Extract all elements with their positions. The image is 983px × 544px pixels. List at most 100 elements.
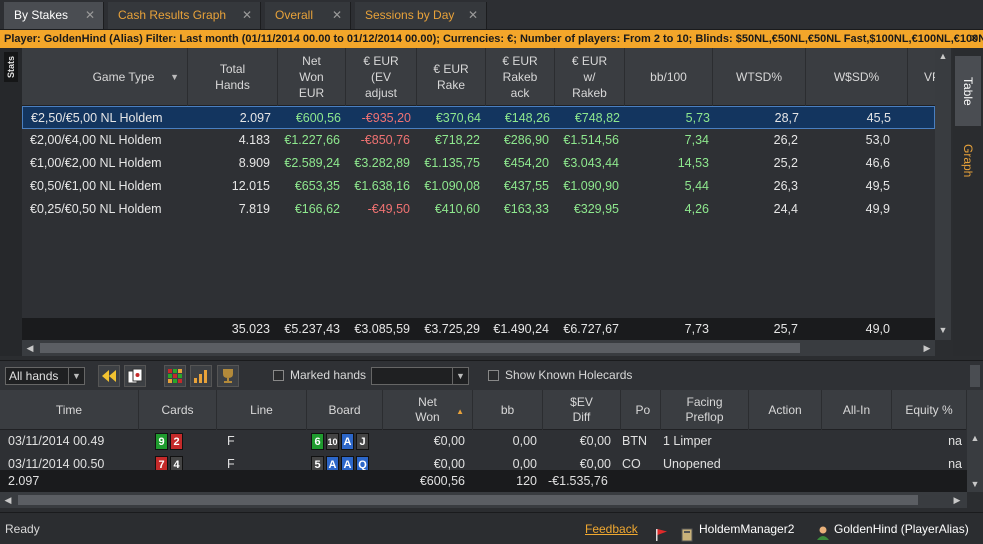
- scroll-thumb[interactable]: [18, 495, 918, 505]
- scroll-right-icon[interactable]: ▶: [949, 492, 965, 508]
- heatmap-button[interactable]: [164, 365, 186, 387]
- tab-cash-results-graph[interactable]: Cash Results Graph ✕: [108, 2, 261, 29]
- cell-ev: -€850,76: [360, 133, 410, 147]
- table-row[interactable]: €2,50/€5,00 NL Holdem 2.097 €600,56 -€93…: [22, 106, 935, 129]
- col-position[interactable]: Po: [621, 390, 661, 430]
- table-row[interactable]: €1,00/€2,00 NL Holdem 8.909 €2.589,24 €3…: [22, 152, 935, 175]
- hands-filter-select[interactable]: All hands ▼: [5, 367, 85, 385]
- cell-line: F: [227, 457, 235, 470]
- cell-bb: 0,00: [512, 434, 537, 448]
- col-time[interactable]: Time: [0, 390, 139, 430]
- col-wsd[interactable]: W$SD%: [806, 48, 908, 106]
- cell-position: CO: [622, 457, 641, 470]
- cell-time: 03/11/2014 00.50: [8, 457, 105, 470]
- scroll-up-icon[interactable]: ▲: [967, 430, 983, 446]
- vertical-scrollbar[interactable]: ▲ ▼: [967, 390, 983, 492]
- cell-wsd: 46,6: [865, 156, 890, 170]
- scroll-thumb[interactable]: [40, 343, 800, 353]
- col-board[interactable]: Board: [307, 390, 383, 430]
- filter-text: Player: GoldenHind (Alias) Filter: Last …: [4, 33, 983, 45]
- side-tab-graph[interactable]: Graph: [955, 136, 981, 186]
- col-cards[interactable]: Cards: [139, 390, 217, 430]
- horizontal-scrollbar[interactable]: ◀ ▶: [0, 492, 967, 508]
- cell-bb100: 7,34: [684, 133, 709, 147]
- cell-rake: €370,64: [435, 111, 481, 125]
- stakes-table-totals: 35.023 €5.237,43 €3.085,59 €3.725,29 €1.…: [22, 318, 935, 340]
- flag-icon[interactable]: [654, 522, 668, 541]
- cell-with-rakeback: €1.090,90: [563, 179, 619, 193]
- cell-wtsd: 28,7: [774, 111, 799, 125]
- card: 2: [170, 433, 183, 451]
- col-net-won[interactable]: Net Won ▲: [383, 390, 473, 430]
- close-icon[interactable]: ✕: [970, 30, 979, 48]
- col-line[interactable]: Line: [217, 390, 307, 430]
- tab-by-stakes[interactable]: By Stakes ✕: [4, 2, 104, 29]
- col-total-hands[interactable]: Total Hands: [188, 48, 278, 106]
- scroll-down-icon[interactable]: ▼: [967, 476, 983, 492]
- marked-hands-checkbox[interactable]: [273, 370, 284, 381]
- col-all-in[interactable]: All-In: [822, 390, 892, 430]
- close-icon[interactable]: ✕: [242, 2, 252, 29]
- close-icon[interactable]: ✕: [85, 2, 95, 29]
- cell-hole-cards: 92: [155, 430, 185, 453]
- cell-net-won: €0,00: [433, 434, 465, 448]
- dropdown-arrow-icon[interactable]: ▼: [68, 368, 84, 384]
- tab-label: Overall: [275, 8, 314, 22]
- col-vpip[interactable]: VP: [908, 48, 935, 106]
- table-row[interactable]: €2,00/€4,00 NL Holdem 4.183 €1.227,66 -€…: [22, 129, 935, 152]
- col-ev-diff[interactable]: $EV Diff: [543, 390, 621, 430]
- col-action[interactable]: Action: [749, 390, 822, 430]
- database-name[interactable]: HoldemManager2: [699, 513, 794, 544]
- tab-overall[interactable]: Overall ✕: [265, 2, 351, 29]
- toolbar-overflow-handle[interactable]: [970, 365, 980, 387]
- vertical-scrollbar[interactable]: ▲ ▼: [935, 48, 951, 340]
- tab-sessions-by-day[interactable]: Sessions by Day ✕: [355, 2, 487, 29]
- dropdown-arrow-icon[interactable]: ▼: [452, 368, 468, 384]
- scroll-left-icon[interactable]: ◀: [0, 492, 16, 508]
- close-icon[interactable]: ✕: [332, 2, 342, 29]
- side-tab-table[interactable]: Table: [955, 56, 981, 126]
- table-row[interactable]: 03/11/2014 00.50 74 F 5AAQ €0,00 0,00 €0…: [0, 453, 967, 470]
- col-facing-preflop[interactable]: Facing Preflop: [661, 390, 749, 430]
- marked-hands-select[interactable]: ▼: [371, 367, 469, 385]
- col-bb[interactable]: bb: [473, 390, 543, 430]
- col-game-type[interactable]: Game Type ▼: [22, 48, 188, 106]
- table-row[interactable]: €0,25/€0,50 NL Holdem 7.819 €166,62 -€49…: [22, 198, 935, 221]
- scroll-up-icon[interactable]: ▲: [935, 48, 951, 64]
- filter-bar: Player: GoldenHind (Alias) Filter: Last …: [0, 30, 983, 48]
- cell-net-won: €600,56: [295, 111, 341, 125]
- col-rakeback[interactable]: € EUR Rakeb ack: [486, 48, 555, 106]
- close-icon[interactable]: ✕: [468, 2, 478, 29]
- scroll-right-icon[interactable]: ▶: [919, 340, 935, 356]
- col-equity[interactable]: Equity %: [892, 390, 967, 430]
- dropdown-arrow-icon[interactable]: ▼: [170, 69, 179, 85]
- cell-position: BTN: [622, 434, 647, 448]
- trophy-button[interactable]: [217, 365, 239, 387]
- col-with-rakeback[interactable]: € EUR w/ Rakeb: [555, 48, 625, 106]
- stats-button[interactable]: Stats: [4, 52, 18, 82]
- replay-button[interactable]: [124, 365, 146, 387]
- rewind-button[interactable]: [98, 365, 120, 387]
- col-bb-100[interactable]: bb/100: [625, 48, 713, 106]
- table-row[interactable]: 03/11/2014 00.49 92 F 6 10 A J €0,00 0,00 €…: [0, 430, 967, 453]
- scroll-down-icon[interactable]: ▼: [935, 322, 951, 338]
- cell-bb100: 5,73: [685, 111, 710, 125]
- feedback-link[interactable]: Feedback: [585, 513, 638, 544]
- horizontal-scrollbar[interactable]: ◀ ▶: [22, 340, 935, 356]
- view-side-tabs: Table Graph: [953, 48, 983, 356]
- bar-chart-button[interactable]: [190, 365, 212, 387]
- col-ev-adjusted[interactable]: € EUR (EV adjust: [346, 48, 417, 106]
- cell-net-won: €166,62: [294, 202, 340, 216]
- cell-rakeback: €286,90: [503, 133, 549, 147]
- show-known-holecards-checkbox[interactable]: [488, 370, 499, 381]
- cell-game-type: €1,00/€2,00 NL Holdem: [30, 156, 162, 170]
- col-net-won[interactable]: Net Won EUR: [278, 48, 346, 106]
- active-player[interactable]: GoldenHind (PlayerAlias): [834, 513, 969, 544]
- table-row[interactable]: €0,50/€1,00 NL Holdem 12.015 €653,35 €1.…: [22, 175, 935, 198]
- card: A: [341, 456, 354, 470]
- stakes-table: Game Type ▼ Total Hands Net Won EUR € EU…: [22, 48, 935, 340]
- status-text: Ready: [5, 522, 40, 536]
- scroll-left-icon[interactable]: ◀: [22, 340, 38, 356]
- col-rake[interactable]: € EUR Rake: [417, 48, 486, 106]
- col-wtsd[interactable]: WTSD%: [713, 48, 806, 106]
